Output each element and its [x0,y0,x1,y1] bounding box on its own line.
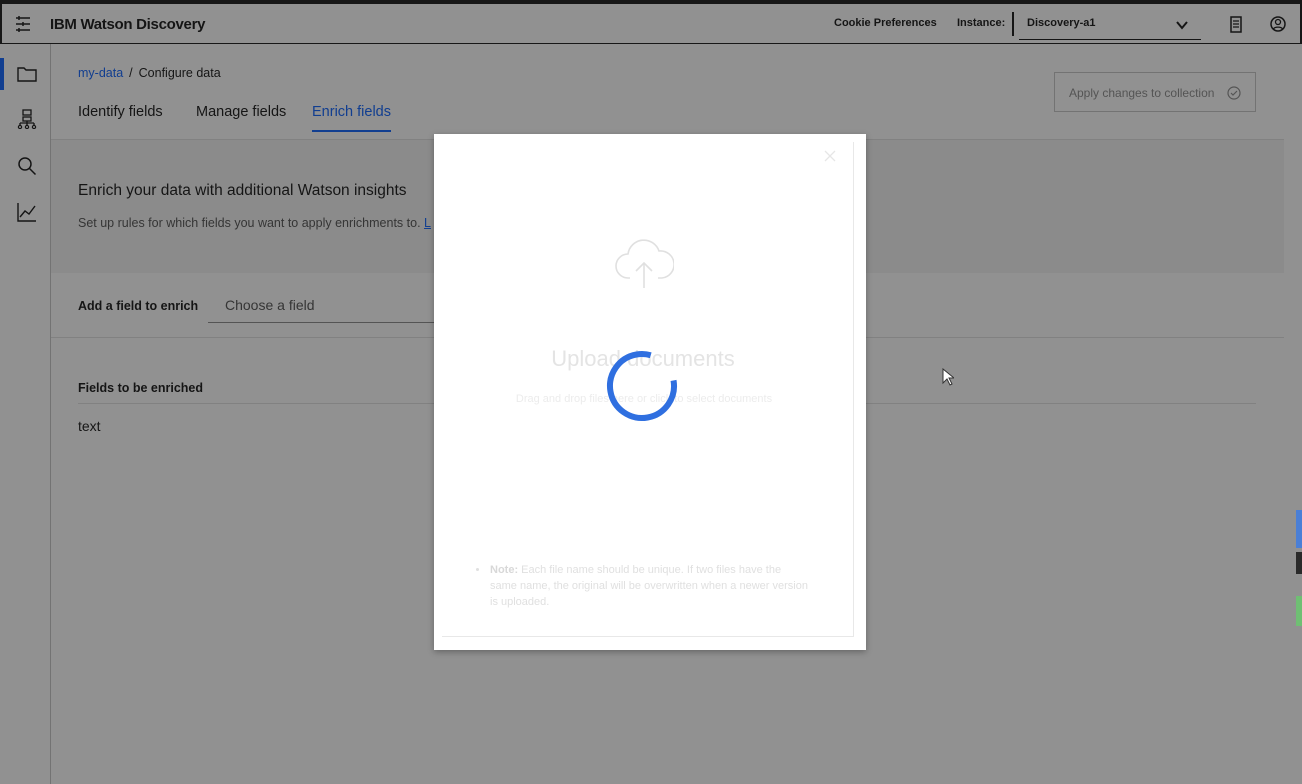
mouse-cursor-icon [942,368,954,386]
edge-indicator [1296,510,1302,548]
edge-indicator [1296,552,1302,574]
upload-note: Note: Each file name should be unique. I… [490,562,810,610]
note-label: Note: [490,564,519,576]
note-bullet [476,568,479,571]
note-text: Each file name should be unique. If two … [490,564,808,608]
close-icon[interactable] [824,150,836,162]
loading-spinner-icon [607,351,677,421]
cloud-upload-icon [615,239,674,288]
edge-indicator [1296,596,1302,626]
